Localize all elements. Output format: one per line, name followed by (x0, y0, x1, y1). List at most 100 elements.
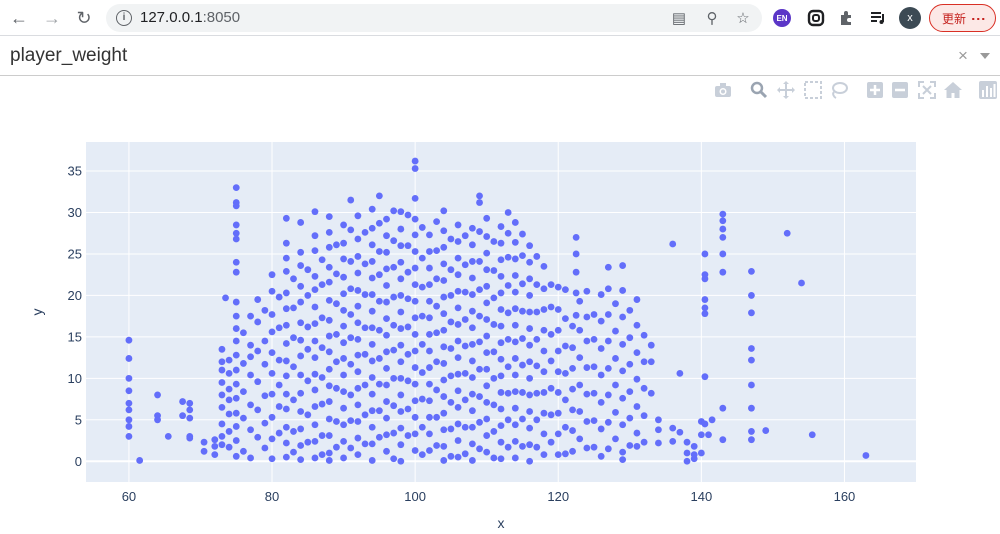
scatter-point[interactable] (762, 427, 770, 434)
scatter-point[interactable] (572, 268, 580, 276)
scatter-point[interactable] (497, 422, 505, 430)
scatter-point[interactable] (468, 357, 476, 365)
scatter-point[interactable] (375, 219, 383, 227)
scatter-point[interactable] (719, 268, 727, 276)
scatter-point[interactable] (218, 403, 226, 411)
scatter-point[interactable] (282, 289, 290, 297)
scatter-point[interactable] (504, 335, 512, 343)
scatter-point[interactable] (504, 416, 512, 424)
scatter-point[interactable] (490, 294, 498, 302)
scatter-point[interactable] (561, 315, 569, 323)
scatter-point[interactable] (547, 357, 555, 365)
scatter-point[interactable] (526, 374, 534, 382)
scatter-point[interactable] (333, 384, 340, 392)
scatter-point[interactable] (268, 287, 276, 295)
scatter-point[interactable] (225, 428, 233, 435)
scatter-point[interactable] (368, 241, 376, 249)
scatter-point[interactable] (526, 325, 534, 332)
scatter-point[interactable] (526, 275, 534, 283)
scatter-point[interactable] (633, 349, 641, 357)
scatter-point[interactable] (218, 358, 226, 366)
scatter-point[interactable] (240, 360, 247, 367)
scatter-point[interactable] (440, 277, 448, 284)
scatter-point[interactable] (597, 345, 605, 352)
scatter-point[interactable] (240, 329, 247, 337)
scatter-point[interactable] (247, 401, 254, 409)
scatter-point[interactable] (383, 447, 390, 455)
scatter-point[interactable] (254, 406, 262, 414)
scatter-point[interactable] (540, 389, 548, 396)
scatter-point[interactable] (454, 287, 462, 295)
scatter-point[interactable] (290, 275, 297, 283)
scatter-point[interactable] (519, 230, 526, 238)
scatter-point[interactable] (325, 263, 333, 271)
scatter-point[interactable] (433, 247, 441, 255)
scatter-point[interactable] (619, 340, 627, 348)
scatter-point[interactable] (476, 338, 483, 346)
scatter-point[interactable] (483, 332, 491, 340)
scatter-point[interactable] (719, 250, 727, 258)
scatter-point[interactable] (483, 415, 491, 423)
scatter-point[interactable] (375, 271, 383, 279)
scatter-point[interactable] (411, 264, 419, 272)
scatter-point[interactable] (526, 308, 534, 316)
scatter-point[interactable] (340, 421, 347, 429)
scatter-point[interactable] (454, 254, 462, 262)
scatter-point[interactable] (232, 258, 240, 266)
scatter-point[interactable] (454, 420, 462, 428)
scatter-point[interactable] (411, 281, 419, 289)
scatter-point[interactable] (597, 317, 605, 325)
scatter-point[interactable] (275, 403, 283, 410)
scatter-point[interactable] (354, 351, 362, 359)
scatter-point[interactable] (333, 358, 340, 366)
scatter-point[interactable] (340, 355, 347, 362)
scatter-point[interactable] (433, 413, 441, 421)
scatter-point[interactable] (368, 423, 376, 431)
scatter-point[interactable] (604, 311, 612, 318)
scatter-point[interactable] (798, 279, 805, 287)
scatter-point[interactable] (433, 275, 441, 283)
scatter-point[interactable] (440, 457, 448, 464)
scatter-point[interactable] (426, 231, 433, 239)
scatter-point[interactable] (418, 283, 426, 291)
scatter-point[interactable] (354, 235, 362, 243)
scatter-point[interactable] (261, 444, 269, 452)
scatter-point[interactable] (390, 455, 398, 463)
scatter-point[interactable] (354, 269, 362, 277)
scatter-point[interactable] (325, 382, 333, 390)
scatter-point[interactable] (340, 437, 347, 445)
scatter-point[interactable] (261, 419, 269, 427)
scatter-point[interactable] (411, 447, 419, 454)
scatter-point[interactable] (311, 403, 319, 410)
scatter-point[interactable] (519, 252, 526, 260)
scatter-point[interactable] (447, 372, 455, 380)
scatter-point[interactable] (325, 415, 333, 423)
scatter-point[interactable] (433, 442, 441, 449)
scatter-point[interactable] (633, 296, 641, 303)
scatter-point[interactable] (511, 255, 519, 263)
scatter-point[interactable] (411, 430, 419, 438)
scatter-point[interactable] (569, 344, 576, 352)
scatter-point[interactable] (232, 221, 240, 229)
scatter-point[interactable] (526, 242, 534, 250)
scatter-point[interactable] (461, 316, 469, 323)
scatter-point[interactable] (547, 411, 555, 419)
scatter-point[interactable] (483, 214, 491, 222)
scatter-point[interactable] (504, 443, 512, 451)
scatter-point[interactable] (325, 213, 333, 221)
scatter-point[interactable] (511, 355, 519, 362)
scatter-point[interactable] (318, 256, 326, 264)
scatter-point[interactable] (333, 300, 340, 308)
scatter-point[interactable] (404, 350, 412, 358)
scatter-point[interactable] (390, 374, 398, 382)
scatter-point[interactable] (533, 281, 541, 289)
scatter-point[interactable] (619, 448, 627, 456)
scatter-point[interactable] (218, 345, 226, 353)
scatter-point[interactable] (361, 291, 369, 298)
scatter-point[interactable] (440, 343, 448, 351)
scatter-point[interactable] (325, 365, 333, 373)
scatter-point[interactable] (361, 381, 369, 389)
scatter-point[interactable] (547, 438, 555, 446)
scatter-point[interactable] (440, 393, 448, 400)
scatter-point[interactable] (311, 272, 319, 280)
